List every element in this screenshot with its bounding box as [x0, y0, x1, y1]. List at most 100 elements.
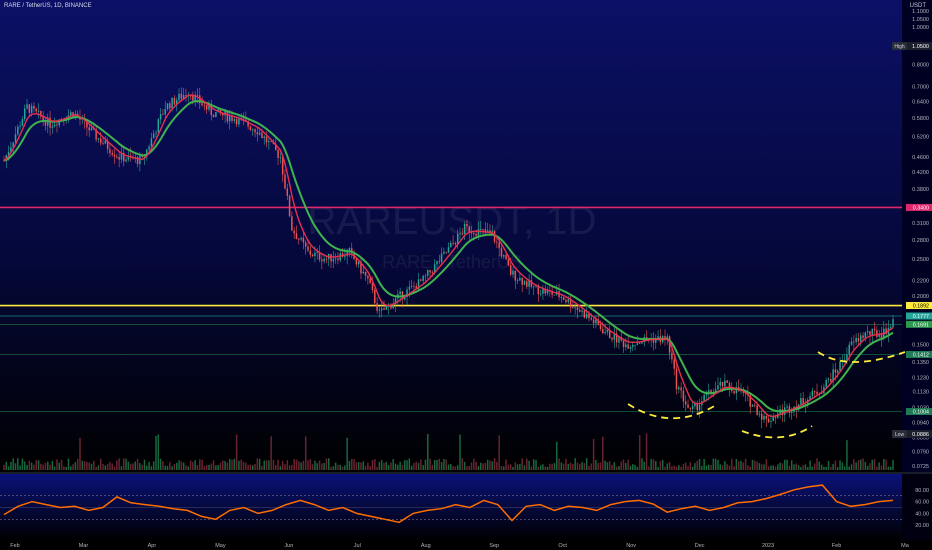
candle-body [215, 112, 217, 118]
volume-bar [270, 436, 272, 470]
volume-bar [486, 459, 489, 470]
level-tag-label: 0.1691 [913, 322, 929, 328]
volume-bar [436, 460, 438, 470]
time-tick: Mar [79, 543, 89, 549]
volume-bar [519, 463, 521, 470]
volume-bar [109, 462, 111, 470]
volume-bar [784, 459, 786, 470]
price-chart[interactable]: RAREUSDT, 1D RARE / TetherUS 1.10001.050… [0, 0, 932, 550]
candle-body [452, 242, 454, 244]
volume-bar [228, 458, 231, 470]
candle-body [325, 258, 328, 260]
candle-body [811, 390, 814, 396]
price-tick: 0.2800 [912, 238, 929, 244]
candle-body [279, 157, 282, 158]
volume-bar [219, 462, 222, 470]
volume-bar [641, 458, 643, 470]
candle-body [839, 361, 841, 371]
volume-bar [357, 462, 360, 470]
candle-body [355, 259, 358, 265]
volume-bar [680, 466, 682, 470]
volume-bar [618, 465, 620, 470]
price-tick: 0.1130 [913, 390, 929, 396]
symbol-header[interactable]: RARE / TetherUS, 1D, BINANCE [4, 3, 92, 9]
volume-bar [321, 463, 323, 470]
volume-bar [758, 463, 761, 470]
volume-bar [664, 466, 666, 470]
candle-body [507, 259, 510, 266]
volume-bar [839, 460, 841, 470]
volume-bar [337, 464, 339, 470]
volume-bar [433, 460, 436, 470]
volume-bar [625, 462, 627, 470]
volume-bar [645, 433, 648, 470]
volume-bar [104, 465, 107, 470]
volume-bar [576, 462, 579, 470]
candle-body [632, 344, 634, 347]
volume-bar [733, 466, 735, 470]
volume-bar [636, 466, 639, 470]
candle-body [97, 138, 100, 140]
candle-body [192, 95, 194, 101]
volume-bar [47, 461, 49, 470]
candle-body [475, 234, 477, 236]
volume-bar [526, 458, 528, 470]
candle-body [684, 401, 687, 405]
candle-body [641, 342, 643, 344]
volume-bar [182, 462, 185, 470]
volume-bar [459, 434, 461, 470]
time-tick: Aug [421, 543, 431, 549]
volume-bar [403, 460, 406, 470]
volume-bar [498, 435, 500, 470]
volume-bar [120, 466, 123, 470]
candle-body [376, 303, 378, 311]
volume-bar [427, 433, 429, 470]
volume-bar [235, 434, 238, 470]
volume-bar [537, 466, 540, 470]
volume-bar [171, 466, 173, 470]
candle-body [166, 103, 169, 109]
candle-body [422, 275, 424, 281]
volume-bar [42, 464, 44, 470]
price-tick: 0.1350 [912, 360, 929, 366]
volume-bar [878, 462, 880, 470]
candle-body [364, 271, 367, 276]
volume-bar [475, 461, 477, 470]
price-tick: 0.0940 [912, 421, 929, 427]
candle-body [532, 286, 535, 288]
volume-bar [95, 466, 97, 470]
volume-bar [443, 458, 445, 470]
candle-body [385, 306, 388, 310]
candle-body [889, 327, 892, 329]
volume-bar [747, 465, 749, 470]
candle-body [758, 413, 761, 415]
candle-body [139, 155, 141, 165]
volume-bar [749, 466, 751, 470]
candle-body [876, 330, 878, 337]
candle-body [30, 105, 33, 113]
volume-bar [261, 465, 263, 470]
candle-body [590, 318, 593, 320]
volume-bar [351, 458, 353, 470]
volume-bar [401, 464, 404, 470]
volume-bar [155, 435, 157, 470]
volume-bar [592, 439, 595, 470]
volume-bar [116, 460, 118, 470]
candle-body [542, 288, 544, 294]
volume-bar [146, 465, 148, 470]
candle-body [618, 337, 620, 343]
volume-bar [93, 460, 95, 470]
volume-bar [254, 464, 256, 470]
candle-body [636, 343, 639, 345]
volume-bar [818, 461, 821, 470]
volume-bar [585, 458, 588, 470]
candle-body [399, 291, 401, 295]
volume-bar [724, 461, 726, 470]
price-tick: 0.3800 [912, 187, 929, 193]
candle-body [288, 195, 291, 217]
volume-bar [535, 459, 537, 470]
volume-bar [717, 459, 719, 470]
volume-bar [602, 436, 604, 470]
volume-bar [300, 462, 302, 470]
volume-bar [316, 463, 318, 470]
